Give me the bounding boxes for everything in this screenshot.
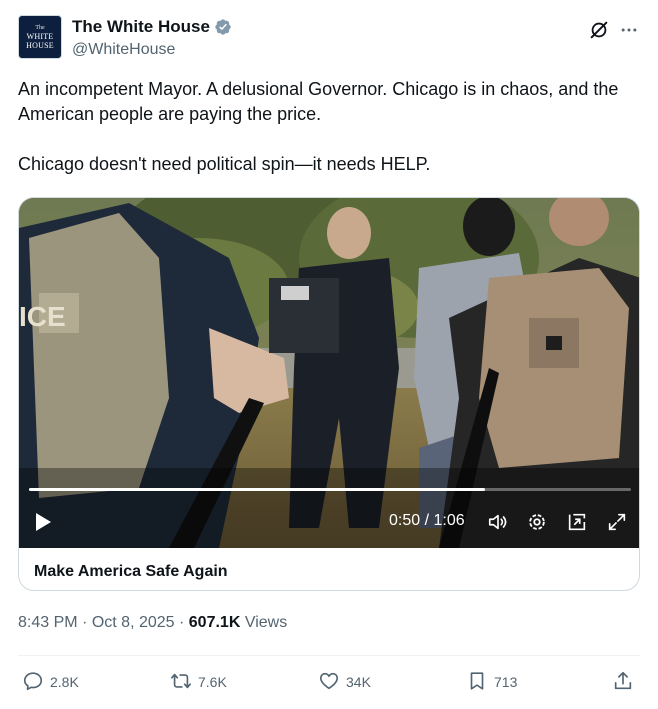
gear-icon[interactable] bbox=[526, 511, 548, 533]
tweet-text: An incompetent Mayor. A delusional Gover… bbox=[18, 77, 640, 177]
share-icon bbox=[612, 670, 634, 695]
reply-button[interactable]: 2.8K bbox=[22, 668, 79, 696]
verified-badge-icon[interactable] bbox=[214, 18, 232, 36]
tweet-date[interactable]: Oct 8, 2025 bbox=[92, 614, 175, 631]
avatar[interactable]: The WHITE HOUSE bbox=[18, 15, 62, 59]
avatar-text-white: WHITE bbox=[26, 31, 54, 41]
heart-icon bbox=[318, 670, 340, 695]
video-frame: ICE bbox=[19, 198, 639, 548]
video-card[interactable]: ICE 0:50 / 1:06 Make America Safe Again bbox=[18, 197, 640, 591]
avatar-text-house: HOUSE bbox=[26, 40, 54, 50]
picture-in-picture-icon[interactable] bbox=[566, 511, 588, 533]
tweet-header: The WHITE HOUSE The White House @WhiteHo… bbox=[18, 15, 640, 63]
repost-icon bbox=[170, 670, 192, 695]
action-bar: 2.8K 7.6K 34K 713 bbox=[18, 668, 640, 696]
video-card-title[interactable]: Make America Safe Again bbox=[34, 563, 228, 581]
like-button[interactable]: 34K bbox=[318, 668, 371, 696]
video-progress-bar[interactable] bbox=[29, 488, 631, 491]
meta-separator: · bbox=[179, 614, 185, 631]
avatar-text-the: The bbox=[35, 24, 45, 31]
video-progress-fill bbox=[29, 488, 486, 491]
like-count: 34K bbox=[346, 674, 371, 690]
divider bbox=[18, 655, 640, 656]
tweet-text-paragraph-1: An incompetent Mayor. A delusional Gover… bbox=[18, 79, 619, 124]
author-handle[interactable]: @WhiteHouse bbox=[72, 41, 175, 59]
tweet-time[interactable]: 8:43 PM bbox=[18, 614, 78, 631]
more-icon[interactable] bbox=[618, 19, 640, 41]
repost-count: 7.6K bbox=[198, 674, 227, 690]
views-label: Views bbox=[244, 614, 288, 631]
repost-button[interactable]: 7.6K bbox=[170, 668, 227, 696]
tweet-meta: 8:43 PM · Oct 8, 2025 · 607.1K Views bbox=[18, 614, 287, 632]
volume-icon[interactable] bbox=[487, 511, 509, 533]
play-icon[interactable] bbox=[33, 511, 53, 533]
author-display-name[interactable]: The White House bbox=[72, 17, 210, 37]
grok-icon[interactable] bbox=[588, 19, 610, 41]
views-count: 607.1K bbox=[188, 614, 241, 631]
reply-icon bbox=[22, 670, 44, 695]
bookmark-count: 713 bbox=[494, 674, 518, 690]
video-time: 0:50 / 1:06 bbox=[389, 512, 465, 529]
bookmark-button[interactable]: 713 bbox=[466, 668, 517, 696]
video-player[interactable]: ICE 0:50 / 1:06 bbox=[19, 198, 639, 548]
share-button[interactable] bbox=[612, 668, 634, 696]
name-row: The White House bbox=[72, 17, 232, 37]
vest-label: ICE bbox=[19, 301, 66, 332]
bookmark-icon bbox=[466, 670, 488, 695]
reply-count: 2.8K bbox=[50, 674, 79, 690]
meta-separator: · bbox=[82, 614, 88, 631]
expand-icon[interactable] bbox=[606, 511, 628, 533]
tweet-text-paragraph-2: Chicago doesn't need political spin—it n… bbox=[18, 154, 431, 174]
